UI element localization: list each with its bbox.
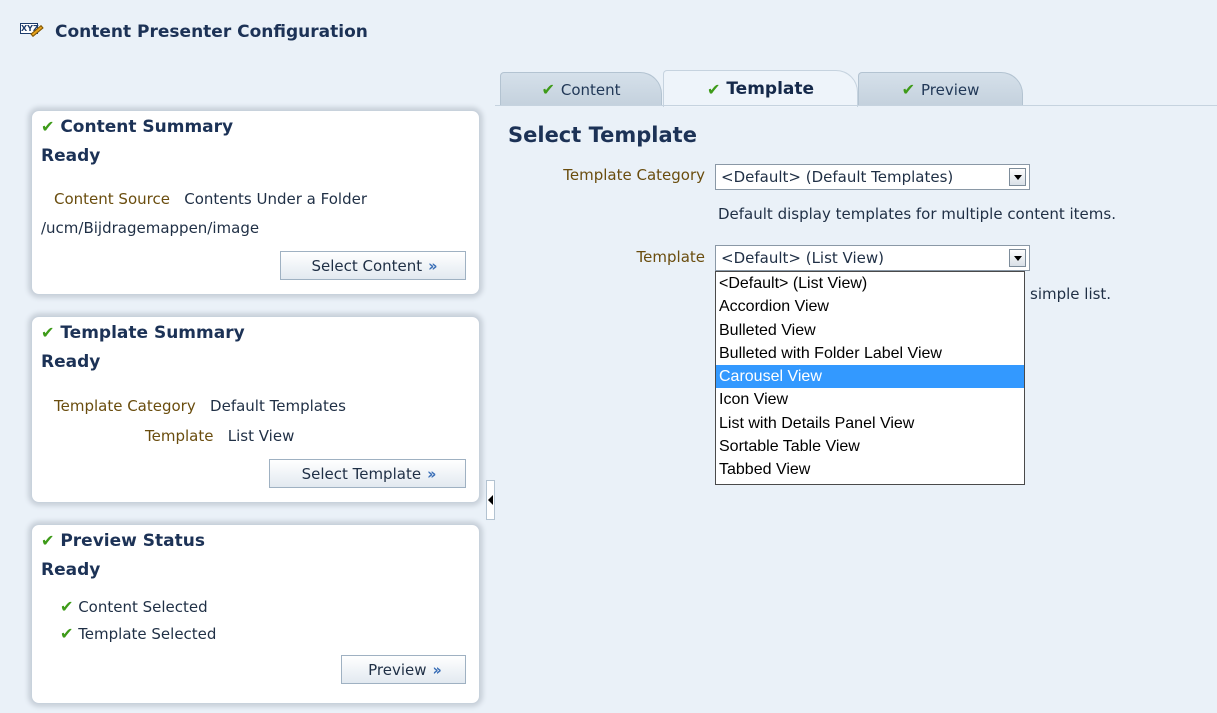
check-icon: ✔ bbox=[41, 531, 55, 550]
content-summary-panel: ✔ Content Summary Ready Content Source C… bbox=[31, 110, 480, 295]
template-summary-status: Ready bbox=[41, 352, 101, 372]
preview-button[interactable]: Preview ›› bbox=[341, 655, 466, 684]
tab-template[interactable]: ✔ Template bbox=[663, 70, 858, 107]
check-icon: ✔ bbox=[541, 80, 555, 99]
check-icon: ✔ bbox=[60, 624, 74, 643]
template-label: Template bbox=[145, 427, 214, 445]
chevron-down-icon[interactable] bbox=[1009, 168, 1026, 186]
select-content-button[interactable]: Select Content ›› bbox=[280, 251, 466, 280]
check-icon: ✔ bbox=[706, 79, 721, 99]
template-option[interactable]: Icon View bbox=[716, 388, 1024, 411]
select-content-button-label: Select Content bbox=[311, 256, 423, 275]
template-category-label: Template Category bbox=[54, 397, 196, 415]
template-option[interactable]: <Default> (List View) bbox=[716, 272, 1024, 295]
template-category-select-value: <Default> (Default Templates) bbox=[721, 168, 954, 186]
page-title: Content Presenter Configuration bbox=[55, 22, 368, 42]
tab-bar: ✔ Content ✔ Preview ✔ Template bbox=[495, 70, 1217, 107]
template-category-description: Default display templates for multiple c… bbox=[718, 205, 1116, 223]
preview-status-title: ✔ Preview Status bbox=[41, 531, 205, 551]
template-option[interactable]: Sortable Table View bbox=[716, 435, 1024, 458]
template-option[interactable]: Bulleted View bbox=[716, 319, 1024, 342]
template-option-highlighted[interactable]: Carousel View bbox=[716, 365, 1024, 389]
check-icon: ✔ bbox=[60, 597, 74, 616]
chevron-right-icon: ›› bbox=[428, 256, 438, 275]
section-title: Select Template bbox=[508, 123, 697, 147]
check-icon: ✔ bbox=[41, 323, 55, 342]
template-option[interactable]: Accordion View bbox=[716, 295, 1024, 318]
xyz-edit-icon: XYZ bbox=[20, 23, 44, 41]
preview-status-status: Ready bbox=[41, 560, 101, 580]
tab-divider bbox=[495, 105, 1217, 106]
template-select-value: <Default> (List View) bbox=[721, 249, 885, 267]
tab-preview[interactable]: ✔ Preview bbox=[858, 72, 1023, 106]
chevron-down-icon[interactable] bbox=[1009, 249, 1026, 267]
template-option[interactable]: List with Details Panel View bbox=[716, 412, 1024, 435]
template-summary-panel: ✔ Template Summary Ready Template Catego… bbox=[31, 316, 480, 503]
template-option[interactable]: Tabbed View bbox=[716, 458, 1024, 481]
tab-content-label: Content bbox=[560, 80, 621, 99]
template-option[interactable]: Bulleted with Folder Label View bbox=[716, 342, 1024, 365]
chevron-right-icon: ›› bbox=[432, 660, 443, 679]
content-path: /ucm/Bijdragemappen/image bbox=[41, 219, 260, 237]
chevron-right-icon: ›› bbox=[427, 464, 437, 483]
content-selected-item: ✔ Content Selected bbox=[60, 597, 208, 616]
content-source-label: Content Source bbox=[54, 190, 170, 208]
template-select[interactable]: <Default> (List View) bbox=[715, 245, 1030, 271]
preview-status-title-text: Preview Status bbox=[60, 531, 205, 551]
template-summary-title-text: Template Summary bbox=[60, 323, 245, 343]
check-icon: ✔ bbox=[41, 117, 55, 136]
select-template-button[interactable]: Select Template ›› bbox=[269, 459, 466, 488]
content-summary-title-text: Content Summary bbox=[60, 117, 234, 137]
template-value: List View bbox=[227, 427, 295, 445]
preview-status-panel: ✔ Preview Status Ready ✔ Content Selecte… bbox=[31, 524, 480, 704]
content-source-value: Contents Under a Folder bbox=[184, 190, 367, 208]
collapse-panel-handle[interactable] bbox=[486, 480, 495, 520]
check-icon: ✔ bbox=[901, 80, 915, 99]
template-summary-title: ✔ Template Summary bbox=[41, 323, 245, 343]
template-dropdown-list[interactable]: <Default> (List View) Accordion View Bul… bbox=[715, 271, 1025, 485]
template-category-field-label: Template Category bbox=[563, 166, 705, 184]
template-category-select[interactable]: <Default> (Default Templates) bbox=[715, 164, 1030, 190]
content-summary-title: ✔ Content Summary bbox=[41, 117, 233, 137]
template-category-value: Default Templates bbox=[210, 397, 346, 415]
preview-button-label: Preview bbox=[368, 660, 427, 679]
select-template-button-label: Select Template bbox=[301, 464, 422, 483]
template-description-partial: simple list. bbox=[1030, 285, 1112, 303]
tab-template-label: Template bbox=[726, 79, 815, 99]
template-selected-text: Template Selected bbox=[78, 625, 217, 643]
template-field-label: Template bbox=[636, 248, 705, 266]
tab-preview-label: Preview bbox=[921, 80, 980, 99]
content-selected-text: Content Selected bbox=[78, 598, 208, 616]
content-summary-status: Ready bbox=[41, 146, 101, 166]
template-selected-item: ✔ Template Selected bbox=[60, 624, 216, 643]
tab-content[interactable]: ✔ Content bbox=[500, 72, 662, 106]
